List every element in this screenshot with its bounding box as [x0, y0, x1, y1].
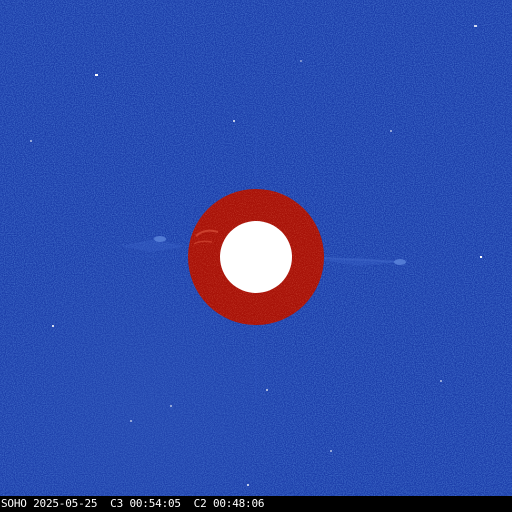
coronagraph-svg	[0, 0, 512, 496]
sun-disk-marker	[220, 221, 292, 293]
caption-bar: SOHO 2025-05-25 C3 00:54:05 C2 00:48:06	[0, 496, 512, 512]
coronagraph-image	[0, 0, 512, 496]
caption-text: SOHO 2025-05-25 C3 00:54:05 C2 00:48:06	[1, 497, 265, 510]
coronagraph-frame: SOHO 2025-05-25 C3 00:54:05 C2 00:48:06	[0, 0, 512, 512]
